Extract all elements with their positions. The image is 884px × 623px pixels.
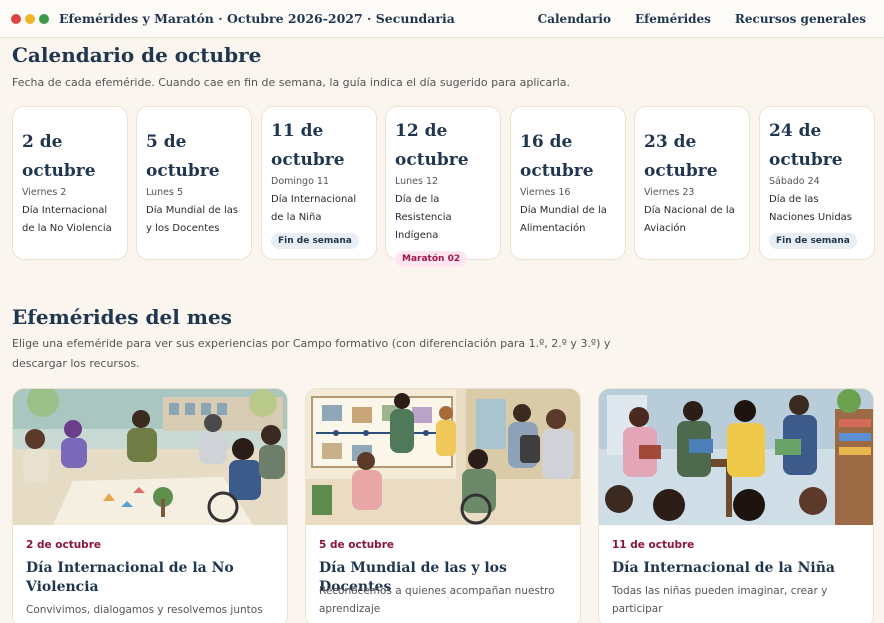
nav-recursos-link[interactable]: Recursos generales — [735, 12, 866, 26]
docentes-illustration — [306, 389, 580, 525]
date-card-name: Día de la Resistencia Indígena — [395, 194, 452, 241]
date-card-weekday: Lunes 12 — [395, 176, 439, 187]
site-title: Efemérides y Maratón · Octubre 2026-2027… — [59, 11, 455, 26]
date-card-name: Día Internacional de la No Violencia — [22, 205, 112, 234]
date-card-date: 23 de octubre — [644, 132, 718, 181]
efemerides-subtitle-line1: Elige una efeméride para ver sus experie… — [12, 337, 611, 350]
date-card-name: Día Mundial de la Alimentación — [520, 205, 607, 234]
efemeride-title: Día Internacional de la No Violencia — [26, 560, 234, 595]
date-card-name: Día de las Naciones Unidas — [769, 194, 853, 223]
date-cards: 2 de octubre Viernes 2 Día Internacional… — [12, 106, 884, 267]
calendar-subtitle: Fecha de cada efeméride. Cuando cae en f… — [12, 76, 571, 89]
efemeride-card-no-violencia[interactable]: 2 de octubre Día Internacional de la No … — [12, 388, 288, 623]
efemeride-title: Día Internacional de la Niña — [612, 560, 835, 576]
date-card-weekday: Domingo 11 — [271, 176, 329, 187]
calendar-title: Calendario de octubre — [12, 43, 262, 67]
green-dot-icon — [39, 13, 49, 24]
date-card-5[interactable]: 5 de octubre Lunes 5 Día Mundial de las … — [136, 106, 252, 260]
date-card-11[interactable]: 11 de octubre Domingo 11 Día Internacion… — [261, 106, 377, 260]
yellow-dot-icon — [25, 13, 35, 24]
efemerides-subtitle-line2: descargar los recursos. — [12, 357, 140, 370]
nina-illustration — [599, 389, 873, 525]
date-card-date: 16 de octubre — [520, 132, 594, 181]
date-card-16[interactable]: 16 de octubre Viernes 16 Día Mundial de … — [510, 106, 626, 260]
date-card-weekday: Lunes 5 — [146, 187, 184, 198]
date-card-weekday: Sábado 24 — [769, 176, 820, 187]
nav-calendario-link[interactable]: Calendario — [538, 12, 611, 26]
efemeride-date: 2 de octubre — [26, 539, 102, 551]
date-card-23[interactable]: 23 de octubre Viernes 23 Día Nacional de… — [634, 106, 750, 260]
weekend-badge: Fin de semana — [769, 233, 857, 249]
efemeride-desc: Convivimos, dialogamos y resolvemos junt… — [26, 604, 263, 616]
date-card-date: 11 de octubre — [271, 121, 345, 170]
date-card-2[interactable]: 2 de octubre Viernes 2 Día Internacional… — [12, 106, 128, 260]
nav-efemerides-link[interactable]: Efemérides — [635, 12, 711, 26]
red-dot-icon — [11, 13, 21, 24]
weekend-badge: Fin de semana — [271, 233, 359, 249]
maraton-badge: Maratón 02 — [395, 251, 468, 267]
top-bar: Efemérides y Maratón · Octubre 2026-2027… — [0, 0, 884, 38]
date-card-date: 12 de octubre — [395, 121, 469, 170]
efemeride-card-docentes[interactable]: 5 de octubre Día Mundial de las y los Do… — [305, 388, 581, 623]
efemeride-desc: Todas las niñas pueden imaginar, crear y… — [612, 585, 828, 615]
main-nav: Calendario Efemérides Recursos generales — [538, 0, 866, 38]
date-card-date: 24 de octubre — [769, 121, 843, 170]
date-card-12[interactable]: 12 de octubre Lunes 12 Día de la Resiste… — [385, 106, 501, 267]
date-card-date: 5 de octubre — [146, 132, 220, 181]
efemeride-date: 11 de octubre — [612, 539, 695, 551]
window-dots — [11, 13, 49, 24]
efemerides-title: Efemérides del mes — [12, 305, 232, 329]
efemeride-card-nina[interactable]: 11 de octubre Día Internacional de la Ni… — [598, 388, 874, 623]
date-card-weekday: Viernes 16 — [520, 187, 571, 198]
date-card-weekday: Viernes 2 — [22, 187, 67, 198]
efemeride-date: 5 de octubre — [319, 539, 395, 551]
date-card-date: 2 de octubre — [22, 132, 96, 181]
date-card-name: Día Mundial de las y los Docentes — [146, 205, 239, 234]
date-card-24[interactable]: 24 de octubre Sábado 24 Día de las Nacio… — [759, 106, 875, 260]
no-violencia-illustration — [13, 389, 287, 525]
efemeride-desc: Reconocemos a quienes acompañan nuestro … — [319, 585, 555, 615]
date-card-name: Día Internacional de la Niña — [271, 194, 357, 223]
date-card-name: Día Nacional de la Aviación — [644, 205, 735, 234]
efemerides-subtitle: Elige una efeméride para ver sus experie… — [12, 334, 610, 374]
date-card-weekday: Viernes 23 — [644, 187, 695, 198]
